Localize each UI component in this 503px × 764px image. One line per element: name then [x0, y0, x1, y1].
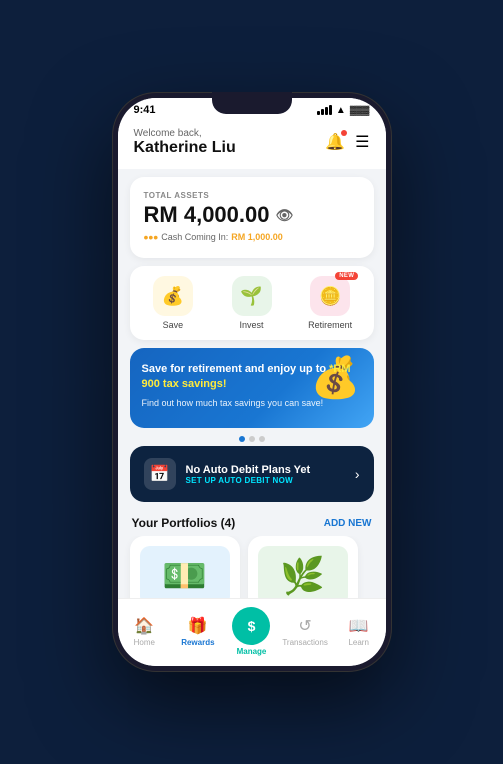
nav-manage[interactable]: $ Manage [225, 607, 279, 656]
learn-icon: 📖 [349, 616, 369, 636]
portfolio-row: 💵 Versa Cash-i 🌿 Versa Cash [118, 536, 386, 598]
portfolio-icon-1: 💵 [162, 555, 207, 597]
nav-transactions[interactable]: ↺ Transactions [278, 616, 332, 647]
learn-label: Learn [348, 638, 368, 647]
status-time: 9:41 [134, 104, 156, 116]
auto-debit-subtitle: SET UP AUTO DEBIT NOW [186, 476, 311, 485]
auto-debit-icon: 📅 [144, 458, 176, 490]
dot-1 [239, 436, 245, 442]
home-icon: 🏠 [134, 616, 154, 636]
add-new-button[interactable]: ADD NEW [324, 518, 372, 529]
eye-icon[interactable]: 👁 [275, 207, 293, 224]
nav-home[interactable]: 🏠 Home [118, 616, 172, 647]
rewards-label: Rewards [181, 638, 214, 647]
wifi-icon: ▲ [336, 105, 346, 116]
portfolio-illustration-1: 💵 [140, 546, 230, 598]
phone-frame: 9:41 ▲ ▓▓▓ Welcome back, Katherine Liu [112, 92, 392, 672]
bottom-nav: 🏠 Home 🎁 Rewards $ Manage ↺ Transactions… [118, 598, 386, 666]
assets-label: TOTAL ASSETS [144, 191, 360, 200]
banner-highlight: *RM 900 tax savings! [142, 363, 351, 390]
main-content: TOTAL ASSETS RM 4,000.00 👁 ••• Cash Comi… [118, 169, 386, 598]
cash-coming-amount: RM 1,000.00 [231, 232, 283, 242]
invest-icon-bg: 🌱 [232, 276, 272, 316]
manage-icon: $ [248, 618, 256, 634]
dot-3 [259, 436, 265, 442]
assets-card: TOTAL ASSETS RM 4,000.00 👁 ••• Cash Comi… [130, 177, 374, 258]
phone-screen: 9:41 ▲ ▓▓▓ Welcome back, Katherine Liu [118, 98, 386, 666]
user-name: Katherine Liu [134, 139, 236, 157]
portfolio-card-2[interactable]: 🌿 Versa Cash [248, 536, 358, 598]
invest-icon: 🌱 [240, 286, 262, 307]
manage-active-bg: $ [232, 607, 270, 645]
retirement-icon-bg: 🪙 NEW [310, 276, 350, 316]
assets-value: RM 4,000.00 [144, 202, 270, 228]
save-icon: 💰 [162, 286, 184, 307]
portfolios-title: Your Portfolios (4) [132, 516, 236, 530]
transactions-label: Transactions [282, 638, 328, 647]
bell-icon[interactable]: 🔔 [325, 132, 345, 152]
banner-text: Save for retirement and enjoy up to *RM … [142, 362, 362, 409]
save-label: Save [163, 320, 184, 330]
user-greeting: Welcome back, Katherine Liu [134, 128, 236, 157]
signal-icon [317, 105, 332, 115]
quick-actions: 💰 Save 🌱 Invest 🪙 NEW Retirement [130, 266, 374, 340]
cash-coming: ••• Cash Coming In: RM 1,000.00 [144, 230, 360, 244]
header-icons: 🔔 ☰ [325, 132, 369, 152]
portfolio-icon-2: 🌿 [280, 555, 325, 597]
welcome-text: Welcome back, [134, 128, 236, 139]
status-icons: ▲ ▓▓▓ [317, 105, 370, 116]
rewards-icon: 🎁 [188, 616, 208, 636]
notch [212, 92, 292, 114]
transactions-icon: ↺ [298, 616, 311, 636]
battery-icon: ▓▓▓ [350, 105, 370, 115]
banner-title: Save for retirement and enjoy up to *RM … [142, 362, 362, 393]
portfolio-card-1[interactable]: 💵 Versa Cash-i [130, 536, 240, 598]
portfolios-section-header: Your Portfolios (4) ADD NEW [118, 510, 386, 536]
auto-debit-arrow: › [355, 466, 360, 482]
retirement-icon: 🪙 [319, 286, 341, 307]
menu-icon[interactable]: ☰ [355, 132, 369, 152]
manage-label: Manage [237, 647, 267, 656]
auto-debit-title: No Auto Debit Plans Yet [186, 464, 311, 476]
cash-dots: ••• [144, 230, 159, 244]
auto-debit-left: 📅 No Auto Debit Plans Yet SET UP AUTO DE… [144, 458, 311, 490]
action-save[interactable]: 💰 Save [134, 276, 213, 330]
auto-debit-info: No Auto Debit Plans Yet SET UP AUTO DEBI… [186, 464, 311, 485]
portfolio-illustration-2: 🌿 [258, 546, 348, 598]
header: Welcome back, Katherine Liu 🔔 ☰ [118, 120, 386, 169]
new-badge: NEW [335, 272, 358, 280]
banner-subtitle: Find out how much tax savings you can sa… [142, 397, 362, 410]
nav-learn[interactable]: 📖 Learn [332, 616, 386, 647]
assets-amount: RM 4,000.00 👁 [144, 202, 360, 228]
action-retirement[interactable]: 🪙 NEW Retirement [291, 276, 370, 330]
auto-debit-card[interactable]: 📅 No Auto Debit Plans Yet SET UP AUTO DE… [130, 446, 374, 502]
retirement-label: Retirement [308, 320, 352, 330]
home-label: Home [134, 638, 155, 647]
dot-2 [249, 436, 255, 442]
banner-dots [118, 436, 386, 442]
invest-label: Invest [240, 320, 264, 330]
nav-rewards[interactable]: 🎁 Rewards [171, 616, 225, 647]
cash-coming-label: Cash Coming In: [161, 232, 228, 242]
promo-banner[interactable]: Save for retirement and enjoy up to *RM … [130, 348, 374, 428]
save-icon-bg: 💰 [153, 276, 193, 316]
action-invest[interactable]: 🌱 Invest [212, 276, 291, 330]
